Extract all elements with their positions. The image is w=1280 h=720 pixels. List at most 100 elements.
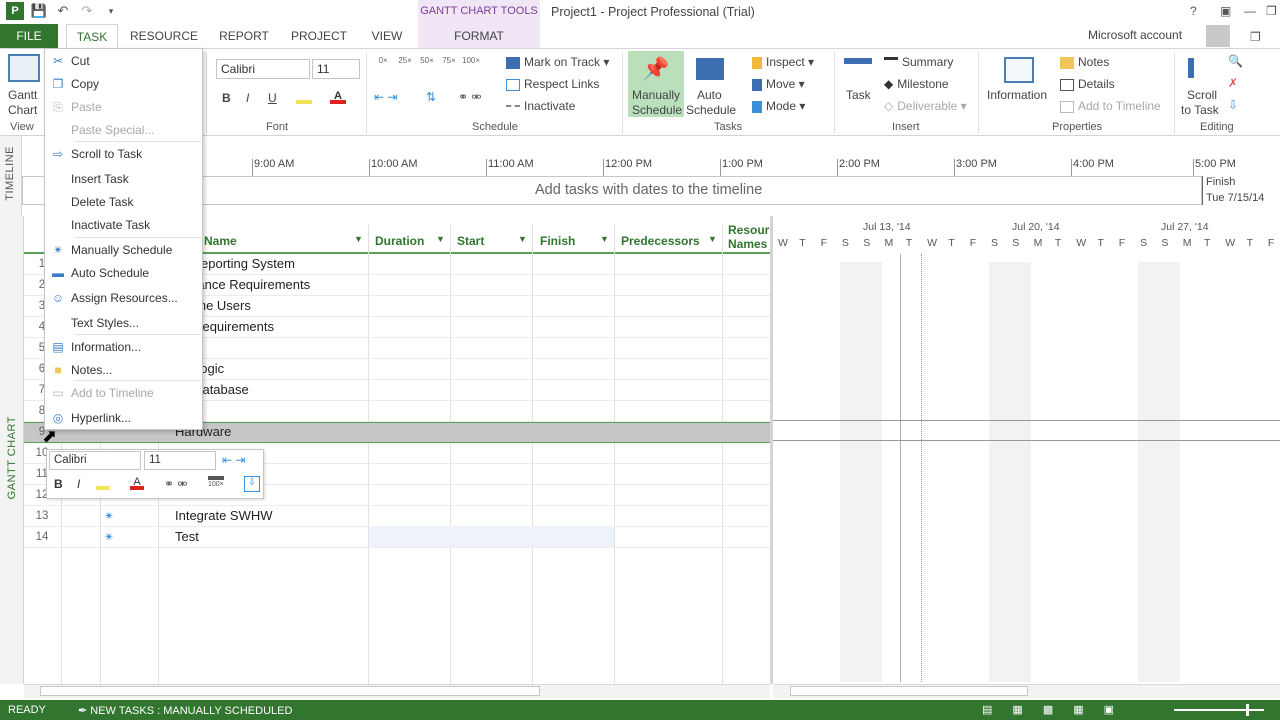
mark-on-track-button[interactable]: Mark on Track ▾ bbox=[506, 55, 609, 69]
font-color-icon[interactable]: A bbox=[330, 90, 346, 104]
font-size-box[interactable]: 11 bbox=[312, 59, 360, 79]
task-button-label[interactable]: Task bbox=[846, 88, 871, 102]
redo-icon[interactable]: ↷ bbox=[78, 2, 96, 20]
col-predecessors-filter-icon[interactable]: ▼ bbox=[708, 234, 717, 244]
resource-sheet-icon[interactable]: ▦ bbox=[1073, 703, 1083, 716]
scroll-label[interactable]: Scroll bbox=[1187, 88, 1217, 102]
mini-font-color-icon[interactable]: A bbox=[130, 476, 144, 490]
insert-task-icon[interactable] bbox=[844, 58, 872, 80]
team-planner-icon[interactable]: ▩ bbox=[1043, 703, 1053, 716]
auto-label[interactable]: Auto bbox=[697, 88, 722, 102]
to-task-label[interactable]: to Task bbox=[1181, 103, 1219, 117]
scroll-to-task-icon[interactable] bbox=[1188, 58, 1212, 78]
col-resource-names[interactable]: Resour Names bbox=[728, 223, 769, 251]
tab-resource[interactable]: RESOURCE bbox=[128, 24, 200, 48]
mini-font-box[interactable]: Calibri bbox=[49, 451, 141, 470]
col-name[interactable]: Name bbox=[204, 234, 237, 248]
menu-item-add-to-timeline[interactable]: ▭ Add to Timeline bbox=[45, 382, 202, 404]
restore-window-icon[interactable]: ❐ bbox=[1250, 30, 1261, 44]
task-name[interactable]: Test bbox=[175, 529, 199, 544]
save-icon[interactable]: 💾 bbox=[30, 2, 48, 20]
mode-button[interactable]: Mode ▾ bbox=[752, 99, 805, 113]
pct-75-button[interactable]: 75× bbox=[440, 56, 458, 65]
menu-item-delete-task[interactable]: Delete Task bbox=[45, 191, 202, 213]
mini-indent-icon[interactable]: ⇤ ⇥ bbox=[222, 453, 245, 467]
tab-format[interactable]: FORMAT bbox=[440, 24, 518, 48]
tab-file[interactable]: FILE bbox=[0, 24, 58, 48]
undo-icon[interactable]: ↶ bbox=[54, 2, 72, 20]
account-label[interactable]: Microsoft account bbox=[1088, 28, 1182, 42]
task-name[interactable]: Integrate SWHW bbox=[175, 508, 273, 523]
pct-50-button[interactable]: 50× bbox=[418, 56, 436, 65]
summary-button[interactable]: Summary bbox=[884, 55, 953, 69]
gantt-view-icon[interactable]: ▤ bbox=[982, 703, 992, 716]
auto-schedule-label[interactable]: Schedule bbox=[686, 103, 736, 117]
avatar[interactable] bbox=[1206, 25, 1230, 47]
tab-task[interactable]: TASK bbox=[66, 24, 118, 48]
zoom-slider[interactable] bbox=[1174, 709, 1264, 711]
gantt-label[interactable]: Gantt bbox=[8, 88, 37, 102]
status-new-tasks[interactable]: ✒ NEW TASKS : MANUALLY SCHEDULED bbox=[78, 704, 292, 717]
pct-25-button[interactable]: 25× bbox=[396, 56, 414, 65]
italic-button[interactable]: I bbox=[246, 91, 249, 105]
menu-item-auto-schedule[interactable]: ▬ Auto Schedule bbox=[45, 262, 202, 284]
add-to-timeline-button[interactable]: Add to Timeline bbox=[1060, 99, 1161, 113]
mini-bold-button[interactable]: B bbox=[54, 477, 63, 491]
ribbon-display-icon[interactable]: ▣ bbox=[1220, 4, 1231, 18]
highlight-icon[interactable] bbox=[296, 90, 312, 104]
outdent-icon[interactable]: ⇤ ⇥ bbox=[374, 90, 397, 104]
inspect-button[interactable]: Inspect ▾ bbox=[752, 55, 814, 69]
link-icon[interactable]: ⚭ ⚮ bbox=[458, 90, 481, 104]
milestone-button[interactable]: ◆ Milestone bbox=[884, 77, 949, 91]
customize-qat-icon[interactable]: ▾ bbox=[102, 2, 120, 20]
gantt-chart-icon[interactable] bbox=[8, 54, 40, 82]
col-finish-filter-icon[interactable]: ▼ bbox=[600, 234, 609, 244]
menu-item-information[interactable]: ▤ Information... bbox=[45, 336, 202, 358]
find-icon[interactable]: 🔍 bbox=[1228, 54, 1243, 68]
task-usage-icon[interactable]: ▦ bbox=[1012, 703, 1022, 716]
minimize-icon[interactable]: — bbox=[1244, 4, 1256, 18]
tab-project[interactable]: PROJECT bbox=[286, 24, 352, 48]
zoom-thumb[interactable] bbox=[1246, 704, 1249, 716]
restore-icon[interactable]: ❐ bbox=[1266, 4, 1277, 18]
col-predecessors[interactable]: Predecessors bbox=[621, 234, 700, 248]
col-duration[interactable]: Duration bbox=[375, 234, 424, 248]
row-number[interactable]: 13 bbox=[24, 510, 60, 522]
respect-links-button[interactable]: Respect Links bbox=[506, 77, 599, 91]
mini-scroll-icon[interactable]: ⇩ bbox=[244, 476, 260, 492]
row-number[interactable]: 14 bbox=[24, 531, 60, 543]
move-button[interactable]: Move ▾ bbox=[752, 77, 805, 91]
underline-button[interactable]: U bbox=[268, 91, 277, 105]
col-duration-filter-icon[interactable]: ▼ bbox=[436, 234, 445, 244]
tab-view[interactable]: VIEW bbox=[362, 24, 412, 48]
menu-item-assign-resources[interactable]: ☺ Assign Resources... bbox=[45, 287, 202, 309]
menu-item-copy[interactable]: ❐ Copy bbox=[45, 73, 202, 95]
mini-size-box[interactable]: 11 bbox=[144, 451, 216, 470]
pct-0-button[interactable]: 0× bbox=[374, 56, 392, 65]
menu-item-insert-task[interactable]: Insert Task bbox=[45, 168, 202, 190]
chart-label[interactable]: Chart bbox=[8, 103, 37, 117]
information-label[interactable]: Information bbox=[987, 88, 1047, 102]
mini-link-icon[interactable]: ⚭ ⚮ bbox=[164, 477, 187, 491]
mini-italic-button[interactable]: I bbox=[77, 477, 80, 491]
mini-pct-button[interactable]: 100× bbox=[208, 476, 224, 488]
help-button[interactable]: ? bbox=[1190, 4, 1197, 18]
fill-icon[interactable]: ⇩ bbox=[1228, 98, 1238, 112]
notes-button[interactable]: Notes bbox=[1060, 55, 1109, 69]
col-name-filter-icon[interactable]: ▼ bbox=[354, 234, 363, 244]
col-start[interactable]: Start bbox=[457, 234, 484, 248]
tab-report[interactable]: REPORT bbox=[212, 24, 276, 48]
menu-item-inactivate-task[interactable]: Inactivate Task bbox=[45, 214, 202, 236]
split-icon[interactable]: ⇅ bbox=[426, 90, 436, 104]
menu-item-paste[interactable]: ⎘ Paste bbox=[45, 96, 202, 118]
pct-100-button[interactable]: 100× bbox=[462, 56, 480, 65]
menu-item-paste-special[interactable]: Paste Special... bbox=[45, 119, 202, 141]
information-icon[interactable] bbox=[1004, 57, 1034, 83]
details-button[interactable]: Details bbox=[1060, 77, 1115, 91]
menu-item-cut[interactable]: ✂ Cut bbox=[45, 50, 202, 72]
bold-button[interactable]: B bbox=[222, 91, 231, 105]
menu-item-manually-schedule[interactable]: ✴ Manually Schedule bbox=[45, 239, 202, 261]
col-finish[interactable]: Finish bbox=[540, 234, 575, 248]
report-icon[interactable]: ▣ bbox=[1104, 703, 1114, 716]
mini-highlight-icon[interactable] bbox=[96, 476, 110, 490]
